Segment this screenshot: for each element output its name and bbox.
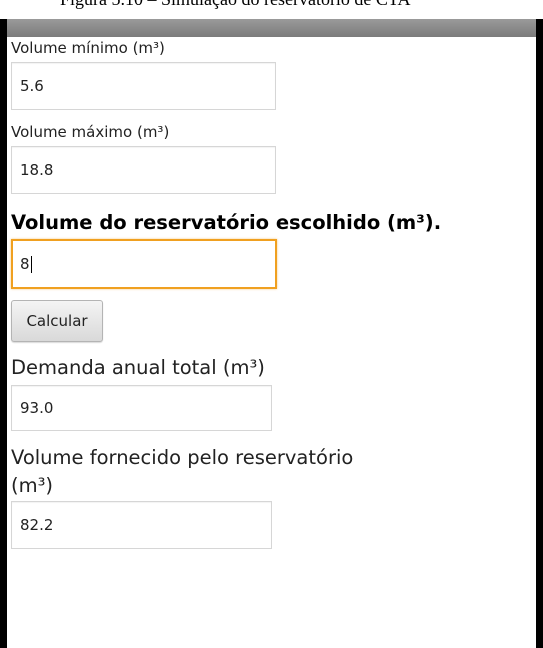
- chosen-volume-label: Volume do reservatório escolhido (m³).: [11, 211, 442, 234]
- annual-demand-label: Demanda anual total (m³): [11, 356, 265, 379]
- annual-demand-field[interactable]: 93.0: [11, 385, 272, 431]
- chosen-volume-input[interactable]: 8: [11, 239, 277, 289]
- supplied-volume-label-line2: (m³): [11, 474, 54, 497]
- max-volume-label: Volume máximo (m³): [11, 123, 170, 141]
- min-volume-label: Volume mínimo (m³): [11, 39, 165, 57]
- figure-caption: Figura 5.10 – Simulação do reservatório …: [0, 0, 543, 20]
- chosen-volume-value: 8: [20, 255, 30, 273]
- min-volume-field[interactable]: 5.6: [11, 62, 276, 110]
- title-bar: [7, 19, 536, 37]
- calculate-button[interactable]: Calcular: [11, 300, 103, 342]
- app-window: Volume mínimo (m³) 5.6 Volume máximo (m³…: [0, 19, 543, 648]
- supplied-volume-field[interactable]: 82.2: [11, 501, 272, 549]
- max-volume-field[interactable]: 18.8: [11, 146, 276, 194]
- text-cursor: [30, 256, 32, 273]
- figure-caption-text: Figura 5.10 – Simulação do reservatório …: [60, 0, 410, 10]
- supplied-volume-label-line1: Volume fornecido pelo reservatório: [11, 446, 354, 469]
